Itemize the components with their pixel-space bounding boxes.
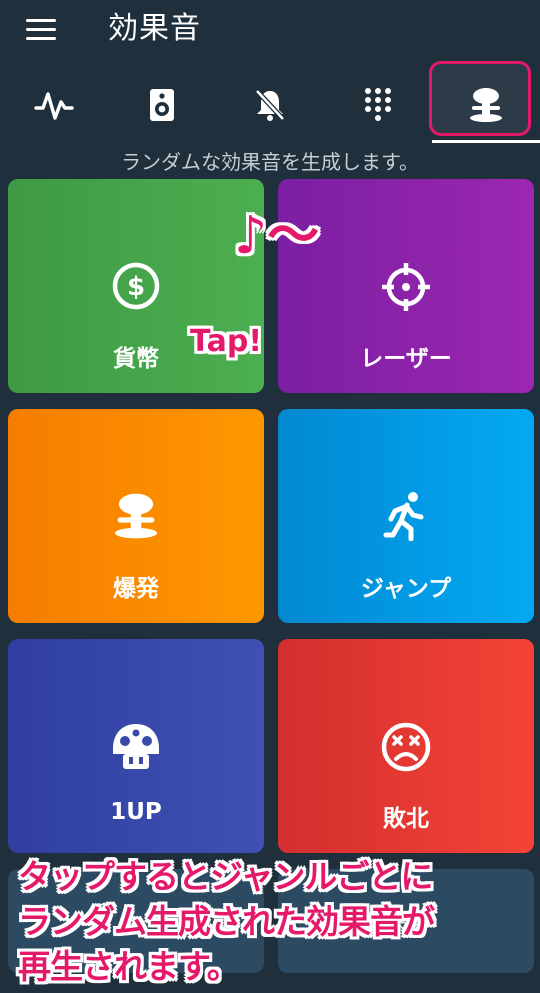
tab-explosion[interactable] [432,68,540,142]
card-oneup-label: 1UP [110,799,162,825]
dollar-coin-icon: $ [112,262,160,310]
card-defeat-button[interactable]: 敗北 [278,639,534,853]
tab-bar [0,68,540,142]
card-oneup-button[interactable]: 1UP [8,639,264,853]
card-jump-button[interactable]: ジャンプ [278,409,534,623]
tab-speaker[interactable] [108,68,216,142]
tap-annotation: Tap! [190,324,262,359]
crosshair-icon [382,263,430,311]
tab-selected-indicator [432,140,540,143]
tab-mute[interactable] [216,68,324,142]
speaker-icon [150,89,174,121]
mushroom-cloud-icon [470,88,502,122]
tab-dialpad[interactable] [324,68,432,142]
card-laser-label: レーザー [360,346,452,372]
app-bar: 効果音 [0,0,540,58]
card-explosion-label: 爆発 [113,576,159,602]
mushroom-icon [113,724,159,769]
menu-icon[interactable] [26,17,58,41]
caption-line-3: 再生されます。 [18,947,240,986]
dizzy-face-icon [381,722,431,772]
app-title: 効果音 [108,11,201,46]
card-jump-label: ジャンプ [360,576,452,602]
dialpad-icon [365,88,391,121]
svg-text:$: $ [127,272,145,302]
waveform-icon [34,92,74,120]
caption-line-2: ランダム生成された効果音が [18,902,435,941]
card-defeat-label: 敗北 [383,806,429,832]
music-note-annotation: ♪〜 [234,206,320,266]
card-explosion-button[interactable]: 爆発 [8,409,264,623]
page-subtitle: ランダムな効果音を生成します。 [121,150,419,174]
running-person-icon [383,492,424,541]
caption-line-1: タップするとジャンルごとに [18,857,433,896]
mute-icon [255,89,285,121]
mushroom-cloud-icon [114,493,158,539]
tab-waveform[interactable] [0,68,108,142]
